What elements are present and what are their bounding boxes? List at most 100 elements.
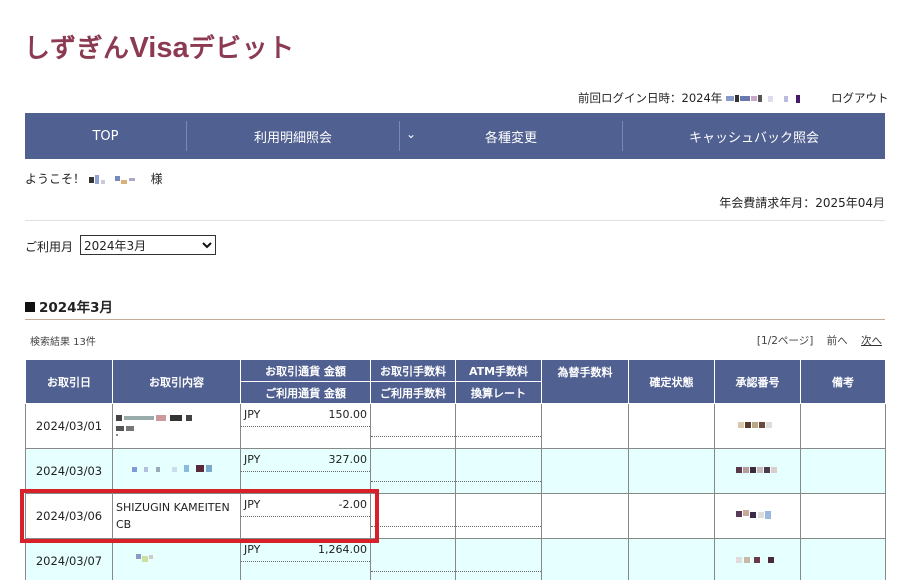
row-amount: JPY 327.00: [240, 448, 371, 494]
usage-month-label: ご利用月: [25, 240, 74, 254]
row-fee: [370, 538, 456, 580]
row-note: [800, 403, 886, 449]
row-status: [628, 538, 715, 580]
row-approval: [714, 403, 801, 449]
logo-text-jp: しずぎん: [24, 34, 130, 64]
header-amount-usage: ご利用通貨 金額: [240, 381, 371, 404]
row-currency: JPY: [244, 543, 261, 556]
welcome-suffix: 様: [150, 172, 163, 186]
last-login-info: 前回ログイン日時：2024年: [578, 90, 806, 106]
nav-settings-label: 各種変更: [484, 130, 537, 146]
redacted-approval-number: [735, 556, 774, 563]
header-fee-trade: お取引手数料: [370, 359, 456, 382]
row-fee: [370, 493, 456, 539]
row-date: 2024/03/06: [25, 493, 113, 539]
row-date: 2024/03/01: [25, 403, 113, 449]
row-fee: [370, 448, 456, 494]
row-fee: [370, 403, 456, 449]
header-fee-usage: ご利用手数料: [370, 381, 456, 404]
table-row: 2024/03/03 JPY 327.00: [25, 448, 886, 494]
prev-page: 前へ: [826, 335, 848, 347]
row-fx-fee: [541, 403, 629, 449]
header-exchange-rate: 換算レート: [455, 381, 542, 404]
logo-text-debit: デビット: [188, 34, 295, 64]
row-fx-fee: [541, 538, 629, 580]
redacted-approval-number: [735, 509, 771, 519]
row-currency: JPY: [244, 453, 261, 466]
row-currency: JPY: [244, 498, 261, 511]
header-amount-trade: お取引通貨 金額: [240, 359, 371, 382]
row-atm-fee: [455, 493, 542, 539]
row-amount: JPY 1,264.00: [240, 538, 371, 580]
header-date: お取引日: [25, 359, 113, 404]
redacted-login-time: [725, 94, 800, 103]
row-amount: JPY -2.00: [240, 493, 371, 539]
row-amount-value: 150.00: [328, 408, 368, 421]
table-row: 2024/03/06 SHIZUGIN KAMEITEN CB JPY -2.00: [25, 493, 886, 539]
usage-month-select[interactable]: 2024年3月: [80, 235, 216, 255]
nav-top-label: TOP: [92, 128, 119, 144]
redacted-merchant: [132, 464, 212, 472]
logout-link[interactable]: ログアウト: [831, 90, 889, 106]
logo-text-visa: Visa: [129, 32, 189, 64]
search-result-count: 検索結果 13件: [30, 337, 96, 348]
brand-logo: しずぎんVisaデビット: [24, 28, 295, 64]
table-row: 2024/03/07 JPY 1,264.00: [25, 538, 886, 580]
header-note: 備考: [800, 359, 886, 404]
row-status: [628, 493, 715, 539]
transaction-table: お取引日 お取引内容 お取引通貨 金額 お取引手数料 ATM手数料 為替手数料 …: [25, 359, 886, 580]
row-description: [112, 538, 241, 580]
main-nav: TOP 利用明細照会 ⌄ 各種変更 キャッシュバック照会: [25, 113, 885, 159]
square-bullet-icon: [25, 302, 35, 312]
redacted-merchant: [136, 553, 153, 562]
divider: [25, 220, 885, 221]
redacted-merchant: [116, 414, 192, 436]
row-amount: JPY 150.00: [240, 403, 371, 449]
header-description: お取引内容: [112, 359, 241, 404]
pagination: [1/2ページ] 前へ 次へ: [757, 333, 882, 348]
next-page-link[interactable]: 次へ: [861, 335, 882, 347]
row-fx-fee: [541, 448, 629, 494]
header-approval: 承認番号: [714, 359, 801, 404]
chevron-down-icon: [202, 241, 212, 248]
header-atm-fee: ATM手数料: [455, 359, 542, 382]
row-status: [628, 448, 715, 494]
section-title: 2024年3月: [25, 296, 113, 316]
nav-settings[interactable]: ⌄ 各種変更: [400, 113, 622, 159]
row-note: [800, 493, 886, 539]
row-description: SHIZUGIN KAMEITEN CB: [112, 493, 241, 539]
page-indicator: [1/2ページ]: [756, 335, 814, 347]
row-status: [628, 403, 715, 449]
row-currency: JPY: [244, 408, 261, 421]
nav-statement-label: 利用明細照会: [253, 130, 332, 146]
section-divider: [25, 319, 885, 320]
row-amount-value: -2.00: [338, 498, 367, 511]
nav-top[interactable]: TOP: [25, 113, 186, 159]
chevron-down-icon[interactable]: ⌄: [406, 127, 416, 141]
row-fx-fee: [541, 493, 629, 539]
row-atm-fee: [455, 403, 542, 449]
nav-statement[interactable]: 利用明細照会: [187, 113, 399, 159]
row-atm-fee: [455, 448, 542, 494]
table-row: 2024/03/01 JPY 150.00: [25, 403, 886, 449]
row-atm-fee: [455, 538, 542, 580]
welcome-prefix: ようこそ！: [25, 172, 86, 186]
row-date: 2024/03/07: [25, 538, 113, 580]
row-note: [800, 538, 886, 580]
row-note: [800, 448, 886, 494]
row-approval: [714, 493, 801, 539]
section-title-text: 2024年3月: [39, 300, 113, 316]
last-login-label: 前回ログイン日時：2024年: [578, 91, 723, 105]
redacted-user-name: [88, 174, 135, 184]
header-status: 確定状態: [628, 359, 715, 404]
header-fx-fee: 為替手数料: [541, 359, 629, 404]
usage-month-value: 2024年3月: [84, 238, 147, 253]
redacted-approval-number: [735, 466, 777, 473]
nav-cashback[interactable]: キャッシュバック照会: [623, 113, 885, 159]
nav-cashback-label: キャッシュバック照会: [688, 130, 819, 146]
welcome-message: ようこそ！ 様: [25, 170, 163, 187]
row-description: [112, 448, 241, 494]
row-amount-value: 1,264.00: [318, 543, 367, 556]
row-amount-value: 327.00: [328, 453, 368, 466]
row-date: 2024/03/03: [25, 448, 113, 494]
